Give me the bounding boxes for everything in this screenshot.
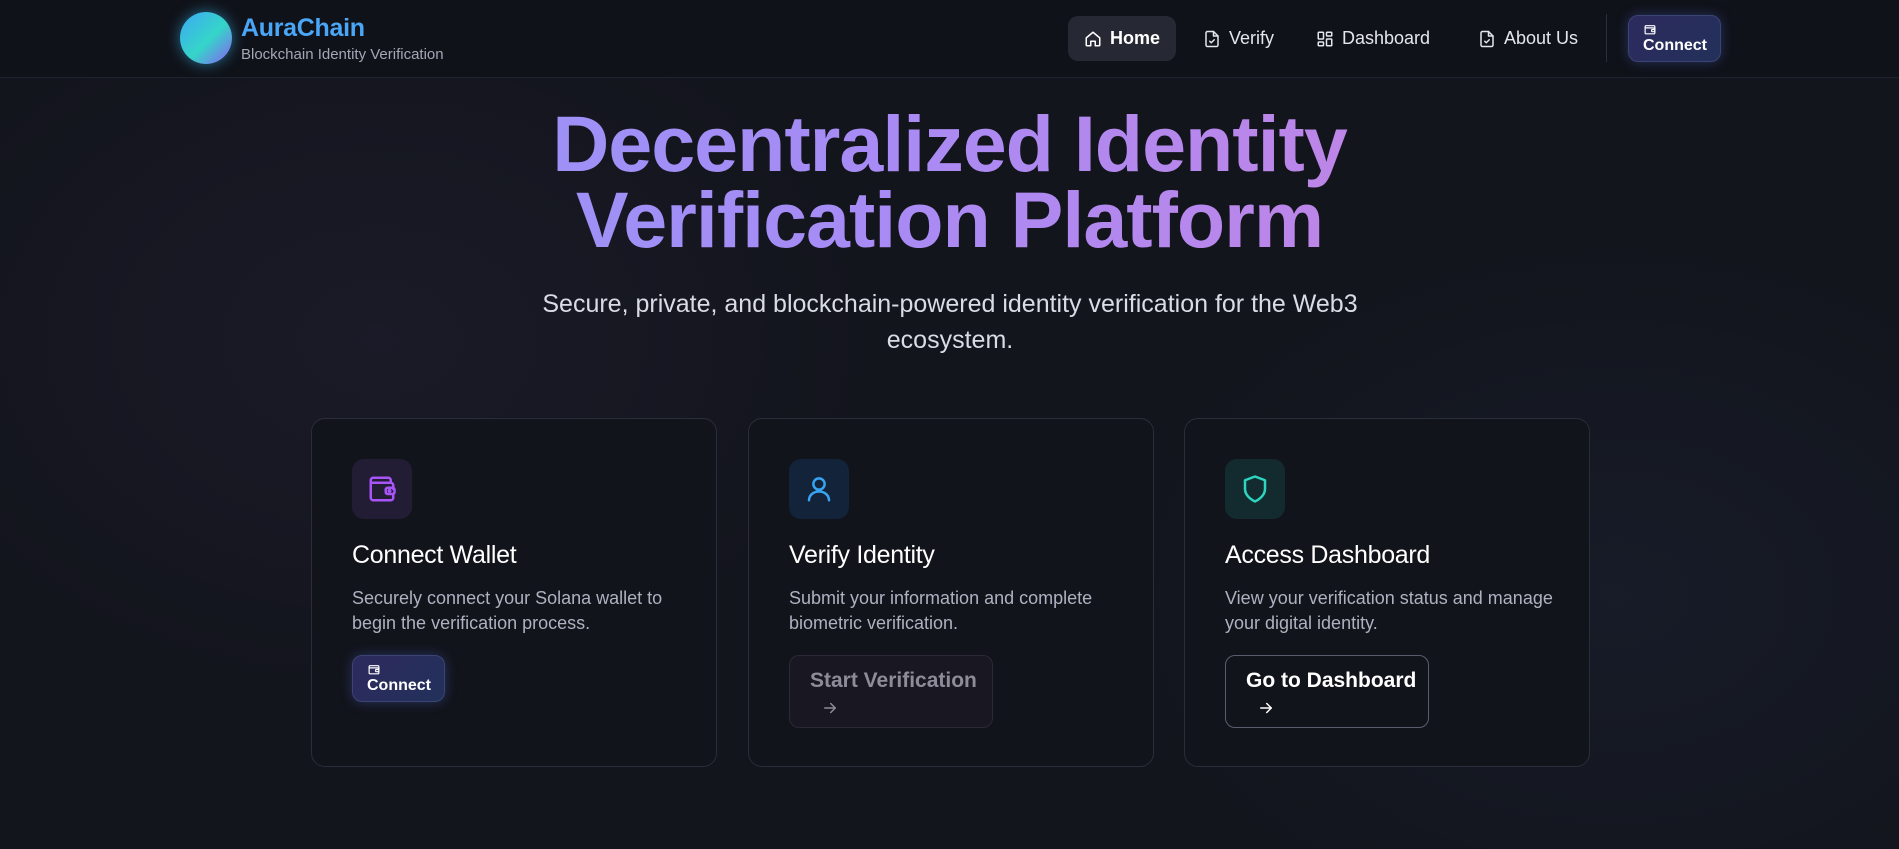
user-icon xyxy=(807,477,831,502)
file-check-icon xyxy=(1205,30,1219,47)
hero-subtitle: Secure, private, and blockchain-powered … xyxy=(542,290,1358,354)
arrow-right-icon xyxy=(1260,702,1272,714)
go-to-dashboard-button[interactable]: Go to Dashboard xyxy=(1225,655,1429,728)
layout-grid-icon xyxy=(1317,31,1333,46)
header-connect-button[interactable]: Connect xyxy=(1628,15,1721,62)
wallet-icon xyxy=(1644,25,1656,35)
shield-icon xyxy=(1243,475,1267,503)
card-verify-identity: Verify Identity Submit your information … xyxy=(748,418,1154,767)
card-icon-tile xyxy=(789,459,849,519)
hero-title: Decentralized Identity Verification Plat… xyxy=(0,106,1899,258)
button-label: Go to Dashboard xyxy=(1246,669,1417,692)
nav-divider xyxy=(1606,14,1607,62)
hero-title-line-2: Verification Platform xyxy=(575,175,1324,264)
logo-orb-icon xyxy=(180,12,232,64)
card-title: Connect Wallet xyxy=(352,541,517,569)
home-icon xyxy=(1085,31,1101,46)
card-title: Access Dashboard xyxy=(1225,541,1431,569)
card-title: Verify Identity xyxy=(789,541,935,569)
nav-item-verify[interactable]: Verify xyxy=(1187,16,1290,61)
hero-title-line-1: Decentralized Identity xyxy=(552,99,1347,188)
card-connect-wallet: Connect Wallet Securely connect your Sol… xyxy=(311,418,717,767)
nav-item-home[interactable]: Home xyxy=(1068,16,1177,61)
card-access-dashboard: Access Dashboard View your verification … xyxy=(1184,418,1590,767)
card-icon-tile xyxy=(1225,459,1285,519)
arrow-right-icon xyxy=(824,702,836,714)
file-check-icon xyxy=(1480,30,1494,47)
nav-item-label: Home xyxy=(1110,28,1161,48)
card-icon-tile xyxy=(352,459,412,519)
card-description: View your verification status and manage… xyxy=(1225,588,1553,633)
card-connect-button[interactable]: Connect xyxy=(352,655,445,702)
card-description: Securely connect your Solana wallet to b… xyxy=(352,588,663,633)
wallet-icon xyxy=(369,476,396,502)
start-verification-button[interactable]: Start Verification xyxy=(789,655,993,728)
connect-label: Connect xyxy=(1643,37,1707,54)
nav-item-label: Verify xyxy=(1229,28,1275,48)
nav-item-label: Dashboard xyxy=(1342,28,1431,48)
nav-item-label: About Us xyxy=(1504,28,1579,48)
button-label: Start Verification xyxy=(810,669,977,692)
top-navbar: AuraChain Blockchain Identity Verificati… xyxy=(0,0,1899,78)
card-description: Submit your information and complete bio… xyxy=(789,588,1093,633)
wallet-icon xyxy=(368,665,380,675)
nav-item-dashboard[interactable]: Dashboard xyxy=(1300,16,1446,61)
brand-tagline: Blockchain Identity Verification xyxy=(241,46,444,63)
connect-label: Connect xyxy=(367,677,431,694)
nav-item-about-us[interactable]: About Us xyxy=(1462,16,1594,61)
brand-name: AuraChain xyxy=(241,14,365,42)
